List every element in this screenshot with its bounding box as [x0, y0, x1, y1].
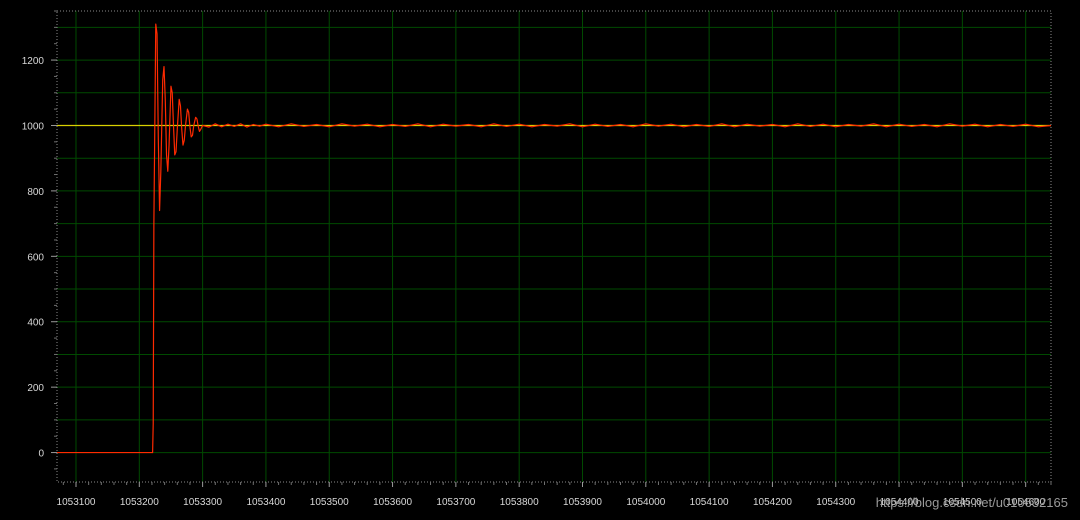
line-chart: 1053100 1053200 1053300 1053400 1053500 10536…: [0, 0, 1080, 520]
x-tick-label: 1053800: [500, 497, 539, 508]
x-tick-label: 1053900: [563, 497, 602, 508]
y-tick-label: 1200: [22, 56, 45, 67]
watermark-text: https://blog.csdn.net/u010632165: [876, 495, 1068, 510]
x-tick-label: 1054300: [816, 497, 855, 508]
y-tick-label: 1000: [22, 121, 45, 132]
x-tick-label: 1053600: [373, 497, 412, 508]
y-tick-label: 800: [27, 187, 44, 198]
x-tick-label: 1054100: [690, 497, 729, 508]
chart-background: [0, 0, 1080, 520]
x-tick-label: 1054200: [753, 497, 792, 508]
x-tick-label: 1053300: [183, 497, 222, 508]
y-tick-label: 600: [27, 252, 44, 263]
y-tick-label: 200: [27, 383, 44, 394]
y-tick-label: 400: [27, 318, 44, 329]
x-tick-label: 1054000: [626, 497, 665, 508]
y-tick-label: 0: [38, 449, 44, 460]
x-tick-label: 1053500: [310, 497, 349, 508]
x-tick-label: 1053700: [436, 497, 475, 508]
x-tick-label: 1053200: [120, 497, 159, 508]
x-tick-label: 1053400: [246, 497, 285, 508]
x-tick-label: 1053100: [57, 497, 96, 508]
